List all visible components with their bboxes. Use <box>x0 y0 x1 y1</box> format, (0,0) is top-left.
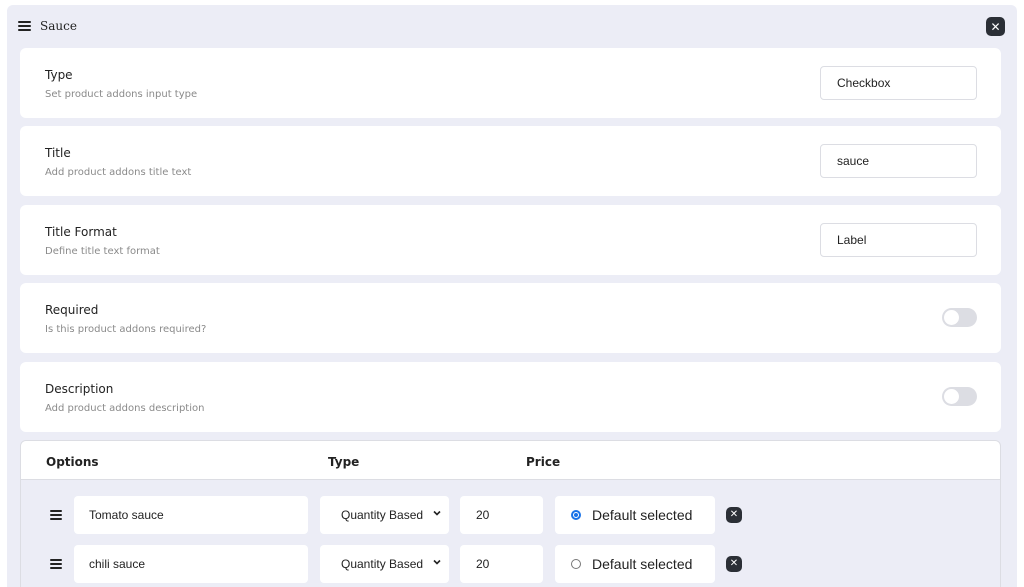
field-title-format-card: Title Format Define title text format La… <box>20 205 1001 275</box>
price-column-header: Price <box>526 455 561 469</box>
toggle-knob <box>944 310 959 325</box>
default-selected-option[interactable]: Default selected <box>555 496 715 534</box>
field-type-title: Type <box>45 68 73 82</box>
options-column-header: Options <box>46 455 99 469</box>
chevron-down-icon <box>433 510 441 516</box>
description-toggle[interactable] <box>942 387 977 406</box>
field-required-description: Is this product addons required? <box>45 324 207 335</box>
default-selected-label: Default selected <box>592 507 693 523</box>
panel-header: Sauce ✕ <box>7 5 1017 45</box>
remove-icon[interactable]: ✕ <box>726 507 742 523</box>
panel-title: Sauce <box>40 19 77 33</box>
field-required-card: Required Is this product addons required… <box>20 283 1001 353</box>
field-title-format-description: Define title text format <box>45 246 160 257</box>
type-column-header: Type <box>328 455 360 469</box>
default-selected-option[interactable]: Default selected <box>555 545 715 583</box>
field-type-description: Set product addons input type <box>45 89 198 100</box>
remove-icon[interactable]: ✕ <box>726 556 742 572</box>
toggle-knob <box>944 389 959 404</box>
title-format-select[interactable]: Label <box>820 223 977 257</box>
hamburger-icon[interactable] <box>18 21 31 32</box>
option-type-value: Quantity Based <box>341 557 424 571</box>
field-title-title: Title <box>45 146 71 160</box>
option-price-input[interactable]: 20 <box>460 545 543 583</box>
default-radio[interactable] <box>571 559 581 569</box>
field-title-card: Title Add product addons title text sauc… <box>20 126 1001 196</box>
type-select[interactable]: Checkbox <box>820 66 977 100</box>
required-toggle[interactable] <box>942 308 977 327</box>
option-type-value: Quantity Based <box>341 508 424 522</box>
options-table: Options Type Price Tomato sauce Quantity… <box>20 440 1001 587</box>
option-type-select[interactable]: Quantity Based <box>320 496 449 534</box>
option-name-input[interactable]: Tomato sauce <box>74 496 308 534</box>
drag-handle-icon[interactable] <box>50 510 62 520</box>
drag-handle-icon[interactable] <box>50 559 62 569</box>
addon-panel: Sauce ✕ Type Set product addons input ty… <box>7 5 1017 587</box>
default-radio[interactable] <box>571 510 581 520</box>
option-price-input[interactable]: 20 <box>460 496 543 534</box>
option-type-select[interactable]: Quantity Based <box>320 545 449 583</box>
field-description-description: Add product addons description <box>45 403 205 414</box>
option-row: chili sauce Quantity Based 20 Default se… <box>21 545 1000 583</box>
title-input[interactable]: sauce <box>820 144 977 178</box>
field-required-title: Required <box>45 303 99 317</box>
options-header: Options Type Price <box>21 441 1000 480</box>
field-title-description: Add product addons title text <box>45 167 192 178</box>
chevron-down-icon <box>433 559 441 565</box>
option-row: Tomato sauce Quantity Based 20 Default s… <box>21 496 1000 534</box>
default-selected-label: Default selected <box>592 556 693 572</box>
field-title-format-title: Title Format <box>45 225 117 239</box>
field-description-title: Description <box>45 382 114 396</box>
field-description-card: Description Add product addons descripti… <box>20 362 1001 432</box>
option-name-input[interactable]: chili sauce <box>74 545 308 583</box>
close-icon[interactable]: ✕ <box>986 17 1005 36</box>
field-type-card: Type Set product addons input type Check… <box>20 48 1001 118</box>
